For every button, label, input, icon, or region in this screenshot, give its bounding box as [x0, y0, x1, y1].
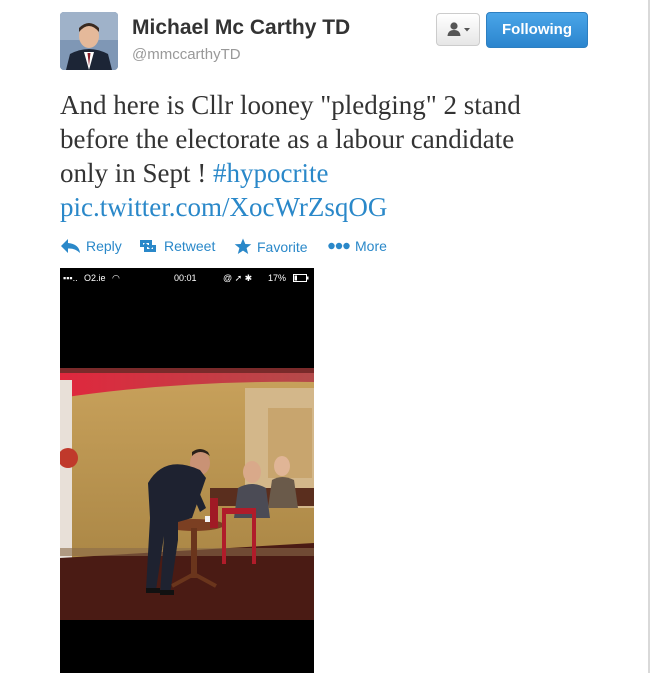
reply-icon [61, 239, 80, 253]
user-dropdown-icon [447, 22, 470, 36]
following-button[interactable]: Following [486, 12, 588, 48]
attached-photo[interactable]: ▪▪▪.. O2.ie ◠ 00:01 @ ➚ ✱ 17% [60, 268, 314, 673]
hashtag-link[interactable]: #hypocrite [213, 158, 328, 188]
reply-action[interactable]: Reply [60, 238, 122, 254]
event-photo [60, 368, 314, 620]
battery-label: 17% [268, 273, 287, 283]
battery-icon [293, 274, 309, 282]
photo-status-bar: ▪▪▪.. O2.ie ◠ 00:01 @ ➚ ✱ 17% [60, 268, 314, 288]
wifi-icon: ◠ [112, 273, 120, 283]
tweet-text: And here is Cllr looney "pledging" 2 sta… [60, 88, 600, 224]
favorite-action[interactable]: Favorite [234, 238, 308, 255]
retweet-label: Retweet [164, 238, 216, 254]
star-icon [234, 238, 252, 254]
more-dots-icon [328, 242, 350, 250]
carrier-label: O2.ie [84, 273, 106, 283]
favorite-label: Favorite [257, 238, 308, 255]
retweet-action[interactable]: Retweet [137, 238, 215, 254]
more-label: More [355, 238, 387, 254]
reply-label: Reply [86, 238, 122, 254]
status-icons: @ ➚ ✱ [223, 273, 253, 283]
user-actions-button[interactable] [436, 13, 480, 46]
author-name[interactable]: Michael Mc Carthy TD [132, 16, 350, 40]
avatar[interactable] [60, 12, 118, 70]
time-label: 00:01 [174, 273, 197, 283]
pic-link[interactable]: pic.twitter.com/XocWrZsqOG [60, 192, 387, 222]
avatar-image [60, 12, 118, 70]
more-action[interactable]: More [328, 238, 387, 254]
retweet-icon [140, 240, 156, 252]
signal-icon: ▪▪▪.. [63, 273, 78, 283]
author-handle[interactable]: @mmccarthyTD [132, 46, 241, 63]
